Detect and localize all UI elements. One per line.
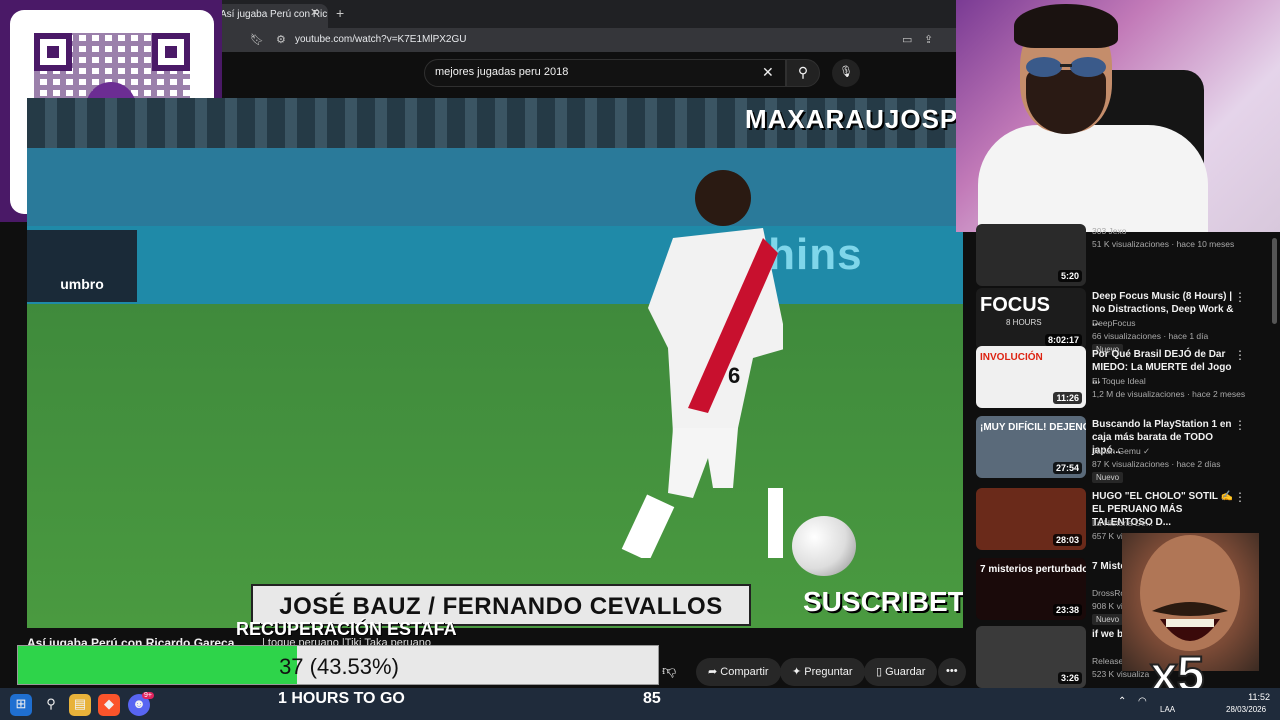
sidebar-scrollbar[interactable]	[1272, 238, 1277, 324]
video-meta: 66 visualizaciones · hace 1 día	[1092, 331, 1209, 341]
thumbnail-subtext: 8 HOURS	[1006, 318, 1042, 327]
new-tab-icon[interactable]: +	[336, 5, 344, 21]
wifi-icon[interactable]: ◠	[1138, 696, 1147, 707]
clock-date[interactable]: 28/03/2026	[1226, 705, 1266, 714]
video-duration: 5:20	[1057, 270, 1082, 282]
football	[792, 516, 856, 576]
notification-badge: 9+	[142, 692, 154, 699]
goal-progress-label: 37 (43.53%)	[279, 654, 399, 679]
sidebar-video-item[interactable]: INVOLUCIÓN 11:26 Por Qué Brasil DEJÓ de Da…	[966, 346, 1280, 412]
video-thumbnail[interactable]: ¡MUY DIFÍCIL! DEJENCONT 27:54	[976, 416, 1086, 478]
football-player: 6	[621, 170, 783, 558]
brave-browser-icon[interactable]: ◆	[98, 694, 120, 716]
url-field[interactable]: youtube.com/watch?v=K7E1MlPX2GU	[240, 30, 900, 50]
jersey-number: 6	[728, 363, 740, 388]
search-icon: ⚲	[797, 64, 809, 80]
taskbar	[0, 688, 1280, 720]
more-options-icon[interactable]: ⋮	[1234, 490, 1246, 504]
video-player[interactable]: umbro lphins MAXARAUJOSPORTS 6 JOSÉ BAUZ…	[27, 98, 963, 628]
streamer-shirt	[978, 125, 1208, 232]
video-duration: 8:02:17	[1044, 334, 1082, 346]
thumbnail-text: ¡MUY DIFÍCIL! DEJENCONT	[980, 422, 1086, 433]
clock-time[interactable]: 11:52	[1238, 692, 1270, 702]
input-language[interactable]: LAA	[1160, 705, 1175, 714]
thumbnail-text: 7 misterios perturbadores	[980, 564, 1086, 575]
channel-name[interactable]: DrossRo	[1092, 588, 1125, 598]
channel-name[interactable]: Release	[1092, 656, 1123, 666]
channel-name[interactable]: La Historia De...	[1092, 518, 1153, 528]
thumbnail-text: INVOLUCIÓN	[980, 352, 1043, 363]
new-badge: Nuevo	[1092, 472, 1124, 483]
video-meta: 51 K visualizaciones · hace 10 meses	[1092, 239, 1235, 249]
video-meta: 657 K vi	[1092, 531, 1123, 541]
thumbnail-text: FOCUS	[980, 294, 1050, 316]
qr-finder-top-right	[152, 33, 190, 71]
goal-countdown: 1 HOURS TO GO	[278, 690, 405, 707]
channel-name[interactable]: El Toque Ideal	[1092, 376, 1146, 386]
video-thumbnail[interactable]: INVOLUCIÓN 11:26	[976, 346, 1086, 408]
channel-name[interactable]: 303 Jexo	[1092, 226, 1127, 236]
screen-icon[interactable]: ▭	[902, 33, 912, 46]
share-page-icon[interactable]: ⇪	[924, 33, 933, 46]
more-options-icon[interactable]: ⋮	[1234, 348, 1246, 362]
goal-target: 85	[643, 690, 661, 707]
close-tab-icon[interactable]: ✕	[310, 6, 319, 19]
dislike-icon[interactable]: 👎︎	[662, 662, 676, 679]
new-badge: Nuevo	[1092, 614, 1124, 625]
qr-finder-top-left	[34, 33, 72, 71]
channel-name[interactable]: DeepFocus	[1092, 318, 1135, 328]
video-duration: 27:54	[1052, 462, 1082, 474]
video-meta: 1,2 M de visualizaciones · hace 2 meses	[1092, 389, 1246, 399]
video-duration: 11:26	[1053, 392, 1082, 404]
video-duration: 28:03	[1052, 534, 1082, 546]
streamer-hair	[1014, 4, 1118, 48]
more-options-icon[interactable]: ⋮	[1234, 290, 1246, 304]
video-meta: 87 K visualizaciones · hace 2 días	[1092, 459, 1221, 469]
file-explorer-icon[interactable]: ▤	[69, 694, 91, 716]
more-actions-button[interactable]: •••	[938, 658, 966, 686]
ask-label: Preguntar	[804, 666, 853, 678]
video-meta: 908 K vi	[1092, 601, 1123, 611]
video-thumbnail[interactable]: 28:03	[976, 488, 1086, 550]
subscribe-overlay: SUSCRIBETE	[803, 586, 963, 617]
video-thumbnail[interactable]: 3:26	[976, 626, 1086, 688]
save-button[interactable]: ▯ Guardar	[864, 658, 938, 686]
ask-button[interactable]: ✦ Preguntar	[780, 658, 865, 686]
channel-watermark: MAXARAUJOSPORTS	[745, 104, 963, 134]
webcam-overlay	[956, 0, 1280, 232]
microphone-icon: 🎙︎	[839, 66, 853, 78]
save-label: Guardar	[885, 666, 926, 678]
sidebar-video-item[interactable]: ¡MUY DIFÍCIL! DEJENCONT27:54Buscando la …	[966, 416, 1280, 483]
search-input[interactable]: mejores jugadas peru 2018	[424, 59, 786, 87]
share-label: Compartir	[720, 666, 769, 678]
share-button[interactable]: ➦ Compartir	[696, 658, 781, 686]
bookmark-save-icon: ▯	[876, 666, 886, 678]
tray-chevron-icon[interactable]: ⌃	[1118, 696, 1126, 707]
video-thumbnail[interactable]: 7 misterios perturbadores 23:38	[976, 558, 1086, 620]
search-button[interactable]: ⚲	[786, 59, 820, 87]
windows-start-icon[interactable]: ⊞	[10, 694, 32, 716]
sunglasses-icon	[1026, 57, 1106, 77]
sidebar-video-item[interactable]: FOCUS 8 HOURS 8:02:17 Deep Focus Music (8 H…	[966, 288, 1280, 355]
sparkle-icon: ✦	[792, 666, 805, 678]
more-options-icon[interactable]: ⋮	[1234, 418, 1246, 432]
umbro-logo: umbro	[27, 230, 137, 302]
video-duration: 23:38	[1052, 604, 1082, 616]
channel-name[interactable]: Japan Gemu ✓	[1092, 446, 1150, 457]
goal-progress-bar: 37 (43.53%)	[17, 645, 659, 685]
video-thumbnail[interactable]: FOCUS 8 HOURS 8:02:17	[976, 288, 1086, 350]
taskbar-search-icon[interactable]: ⚲	[40, 694, 62, 716]
clear-search-icon[interactable]: ✕	[762, 64, 774, 81]
voice-search-button[interactable]: 🎙︎	[832, 59, 860, 87]
video-thumbnail[interactable]: 5:20	[976, 224, 1086, 286]
video-duration: 3:26	[1057, 672, 1082, 684]
share-icon: ➦	[708, 666, 721, 678]
